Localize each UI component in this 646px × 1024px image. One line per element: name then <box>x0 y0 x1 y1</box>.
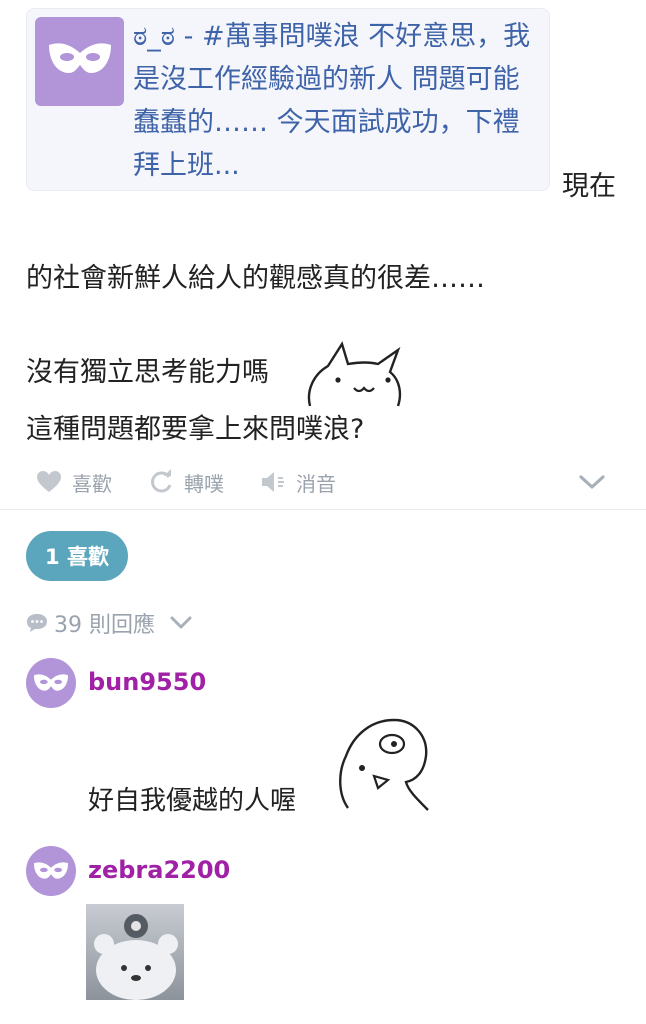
avatar <box>35 17 124 106</box>
quoted-plurk-title[interactable]: ಠ_ಠ - #萬事問噗浪 不好意思，我是沒工作經驗過的新人 問題可能蠢蠢的…… … <box>133 15 543 187</box>
replies-toggle[interactable]: 39 則回應 <box>26 606 199 640</box>
cat-emoticon <box>307 341 402 407</box>
character-emoticon <box>339 718 429 811</box>
mask-icon <box>33 674 69 691</box>
bear-sticker <box>94 914 178 1000</box>
post-text-line: 沒有獨立思考能力嗎 <box>26 357 269 388</box>
comment-username[interactable]: zebra2200 <box>88 856 230 884</box>
avatar[interactable] <box>26 658 76 708</box>
post-text-line: 的社會新鮮人給人的觀感真的很差…… <box>26 263 485 294</box>
mask-icon <box>33 862 69 879</box>
replurk-label: 轉噗 <box>184 471 224 496</box>
speaker-icon <box>262 472 284 492</box>
plurk-action-bar: 喜歡 轉噗 消音 <box>36 464 616 500</box>
heart-icon <box>37 471 61 492</box>
divider <box>0 509 646 510</box>
chevron-down-icon <box>579 475 605 489</box>
like-label: 喜歡 <box>72 471 112 496</box>
quoted-plurk-card[interactable]: ಠ_ಠ - #萬事問噗浪 不好意思，我是沒工作經驗過的新人 問題可能蠢蠢的…… … <box>26 8 550 191</box>
avatar[interactable] <box>26 846 76 896</box>
mute-button[interactable]: 消音 <box>260 464 336 500</box>
speech-bubble-icon <box>27 614 47 632</box>
more-options-button[interactable] <box>578 464 616 500</box>
mask-icon <box>49 43 111 73</box>
replurk-button[interactable]: 轉噗 <box>148 464 224 500</box>
chevron-down-icon <box>170 616 192 629</box>
likes-count-badge[interactable]: 1 喜歡 <box>26 531 128 581</box>
comment-image-thumbnail[interactable] <box>86 904 184 1000</box>
like-button[interactable]: 喜歡 <box>36 464 112 500</box>
post-text-line: 現在 <box>562 171 616 202</box>
comment-username[interactable]: bun9550 <box>88 668 206 696</box>
comment-text: 好自我優越的人喔 <box>88 786 297 816</box>
post-text-line: 這種問題都要拿上來問噗浪? <box>26 414 365 445</box>
replies-count: 39 則回應 <box>54 613 155 638</box>
mute-label: 消音 <box>296 471 336 496</box>
refresh-icon <box>151 469 172 493</box>
